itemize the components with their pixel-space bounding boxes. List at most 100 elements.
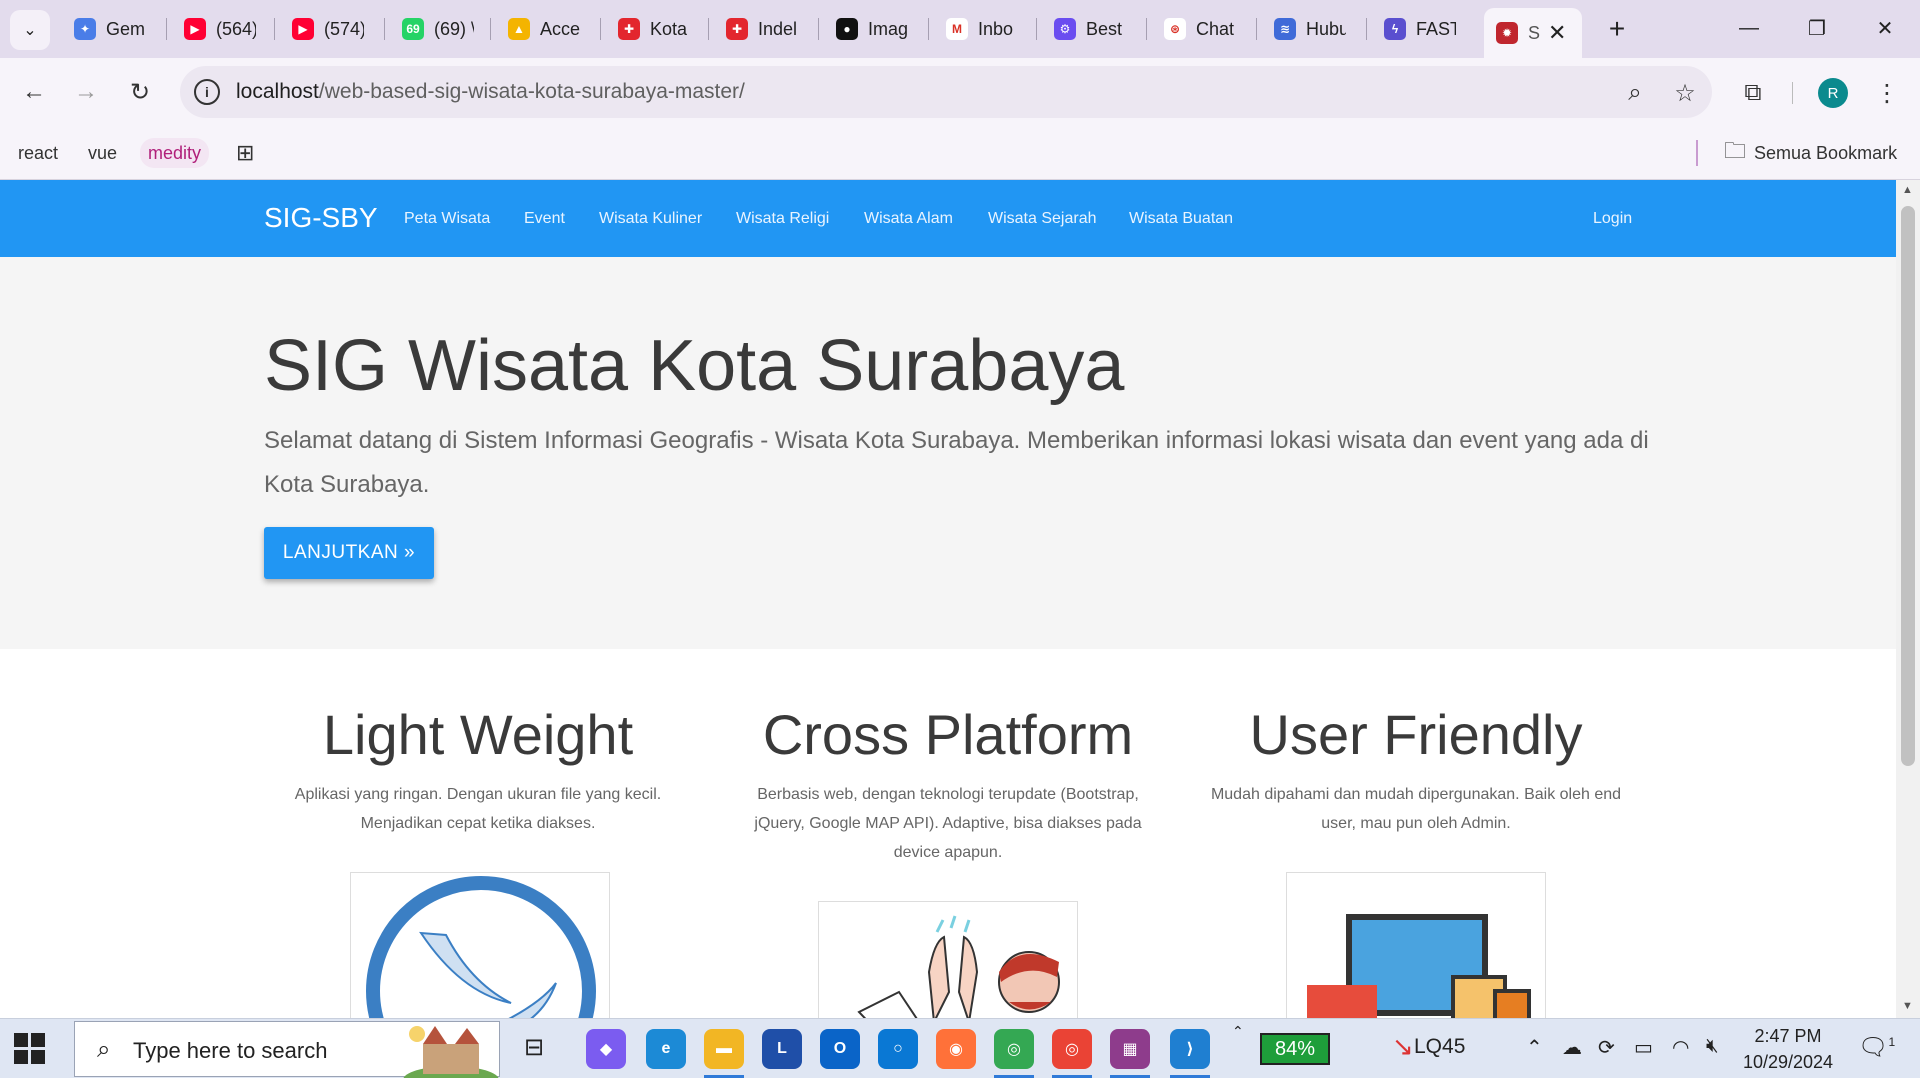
hero-section: SIG Wisata Kota Surabaya Selamat datang …	[0, 257, 1896, 649]
browser-tab[interactable]: ≋ Hubu	[1262, 10, 1366, 48]
profile-avatar[interactable]: R	[1818, 78, 1848, 108]
browser-tab[interactable]: ✚ Indel	[714, 10, 818, 48]
url-path: /web-based-sig-wisata-kota-surabaya-mast…	[318, 80, 745, 103]
browser-tab[interactable]: 69 (69) \	[390, 10, 494, 48]
lens-icon[interactable]: L	[762, 1029, 802, 1069]
tab-active-label: S	[1528, 22, 1541, 43]
lanjutkan-button[interactable]: LANJUTKAN »	[264, 527, 434, 579]
site-brand[interactable]: SIG-SBY	[264, 202, 378, 234]
close-window-button[interactable]: ✕	[1860, 8, 1910, 48]
reload-button[interactable]: ↻	[120, 72, 160, 112]
tab-label: Chat	[1196, 18, 1235, 39]
nav-link[interactable]: Peta Wisata	[404, 210, 490, 228]
tab-label: Best	[1086, 18, 1123, 39]
forward-button[interactable]: →	[66, 72, 106, 112]
chrome-icon[interactable]: ◎	[994, 1029, 1034, 1069]
onedrive-icon[interactable]: ☁	[1562, 1035, 1582, 1060]
stack-icon: ≋	[1274, 18, 1296, 40]
chatgpt-icon: ⊛	[1164, 18, 1186, 40]
minimize-button[interactable]: —	[1724, 8, 1774, 48]
tab-separator	[928, 18, 929, 40]
bookmark-vue[interactable]: vue	[80, 138, 125, 168]
search-icon: ⌕	[97, 1036, 111, 1063]
feature-title: Light Weight	[322, 703, 634, 766]
page-scrollbar[interactable]: ▲ ▼	[1896, 180, 1920, 1018]
apps-grid-icon[interactable]: ⊞	[228, 138, 262, 168]
scroll-up-small-icon[interactable]: ⌃	[1232, 1023, 1244, 1040]
browser-tab[interactable]: M Inbo	[934, 10, 1038, 48]
browser-tab[interactable]: ϟ FAST	[1372, 10, 1476, 48]
browser-tab[interactable]: ● Imag	[824, 10, 928, 48]
nav-link[interactable]: Wisata Kuliner	[599, 210, 702, 228]
kebab-menu-icon[interactable]: ⋮	[1872, 78, 1902, 108]
clock-date: 10/29/2024	[1742, 1052, 1834, 1072]
scroll-down-icon[interactable]: ▼	[1902, 1000, 1913, 1012]
address-bar[interactable]: i localhost/web-based-sig-wisata-kota-su…	[180, 66, 1712, 118]
url-host: localhost	[236, 80, 319, 103]
nav-link[interactable]: Wisata Sejarah	[988, 210, 1097, 228]
nav-link[interactable]: Wisata Alam	[864, 210, 953, 228]
cortana-icon[interactable]: ○	[878, 1029, 918, 1069]
close-tab-icon[interactable]: ✕	[1548, 20, 1566, 46]
file-explorer-icon[interactable]: ▬	[704, 1029, 744, 1069]
restore-button[interactable]: ❐	[1792, 8, 1842, 48]
browser-tab[interactable]: ✚ Kota	[606, 10, 710, 48]
nav-link[interactable]: Wisata Religi	[736, 210, 829, 228]
battery-icon[interactable]: ▭	[1634, 1035, 1653, 1060]
system-clock[interactable]: 2:47 PM 10/29/2024	[1738, 1023, 1838, 1075]
browser-tab[interactable]: ▲ Acce	[496, 10, 600, 48]
browser-tab[interactable]: ⚙ Best	[1042, 10, 1146, 48]
stock-chart-icon[interactable]: ↘	[1392, 1031, 1414, 1062]
task-view-icon[interactable]: ⊟	[524, 1033, 544, 1062]
login-link[interactable]: Login	[1593, 210, 1632, 228]
scrollbar-thumb[interactable]	[1901, 206, 1915, 766]
browser-tab[interactable]: ▶ (564)	[172, 10, 276, 48]
tab-active[interactable]: ✹ S ✕	[1484, 8, 1582, 58]
tab-label: Kota	[650, 18, 688, 39]
wifi-icon[interactable]: ◠	[1672, 1035, 1689, 1060]
notification-center-icon[interactable]: 🗨︎1	[1858, 1033, 1895, 1062]
tab-label: (564)	[216, 18, 256, 39]
copilot-icon[interactable]: ◆	[586, 1029, 626, 1069]
tab-search-button[interactable]: ⌄	[10, 10, 50, 50]
zoom-icon[interactable]: ⌕	[1620, 78, 1650, 108]
url-text[interactable]: localhost/web-based-sig-wisata-kota-sura…	[236, 80, 745, 104]
light-weight-image	[350, 872, 610, 1018]
battery-widget[interactable]: 84%	[1260, 1033, 1330, 1065]
firefox-icon[interactable]: ◉	[936, 1029, 976, 1069]
windows-start-icon[interactable]	[14, 1033, 46, 1065]
edge-icon[interactable]: e	[646, 1029, 686, 1069]
nav-link[interactable]: Wisata Buatan	[1129, 210, 1233, 228]
stock-label[interactable]: LQ45	[1414, 1035, 1465, 1059]
browser-tab[interactable]: ▶ (574)	[280, 10, 384, 48]
chrome-profile-icon[interactable]: ◎	[1052, 1029, 1092, 1069]
volume-muted-icon[interactable]: 🔇︎	[1706, 1035, 1719, 1058]
clock-time: 2:47 PM	[1754, 1026, 1822, 1046]
tab-separator	[600, 18, 601, 40]
tab-label: (69) \	[434, 18, 474, 39]
bookmark-star-icon[interactable]: ☆	[1670, 78, 1700, 108]
all-bookmarks-button[interactable]: 🗀 Semua Bookmark	[1716, 138, 1905, 168]
tab-label: Gem	[106, 18, 146, 39]
scroll-up-icon[interactable]: ▲	[1902, 184, 1913, 196]
tab-separator	[818, 18, 819, 40]
bookmark-medity[interactable]: medity	[140, 138, 210, 168]
chevron-down-icon: ⌄	[23, 22, 37, 39]
feature-title: Cross Platform	[762, 703, 1134, 766]
show-hidden-icons[interactable]: ⌃	[1526, 1035, 1543, 1060]
site-info-icon[interactable]: i	[194, 79, 220, 105]
feature-user-friendly: User Friendly Mudah dipahami dan mudah d…	[1196, 700, 1636, 838]
vscode-icon[interactable]: ⟩	[1170, 1029, 1210, 1069]
new-tab-button[interactable]: +	[1600, 12, 1634, 46]
sync-icon[interactable]: ⟳	[1598, 1035, 1615, 1060]
browser-tab[interactable]: ⊛ Chat	[1152, 10, 1256, 48]
outlook-icon[interactable]: O	[820, 1029, 860, 1069]
bookmark-react[interactable]: react	[10, 138, 66, 168]
nav-link[interactable]: Event	[524, 210, 565, 228]
winrar-icon[interactable]: ▦	[1110, 1029, 1150, 1069]
browser-tab[interactable]: ✦ Gem	[62, 10, 166, 48]
back-button[interactable]: ←	[14, 72, 54, 112]
taskbar-search-box[interactable]: ⌕ Type here to search	[74, 1021, 500, 1078]
extensions-icon[interactable]: ⧉	[1738, 78, 1768, 108]
arrow-left-icon: ←	[22, 78, 46, 105]
